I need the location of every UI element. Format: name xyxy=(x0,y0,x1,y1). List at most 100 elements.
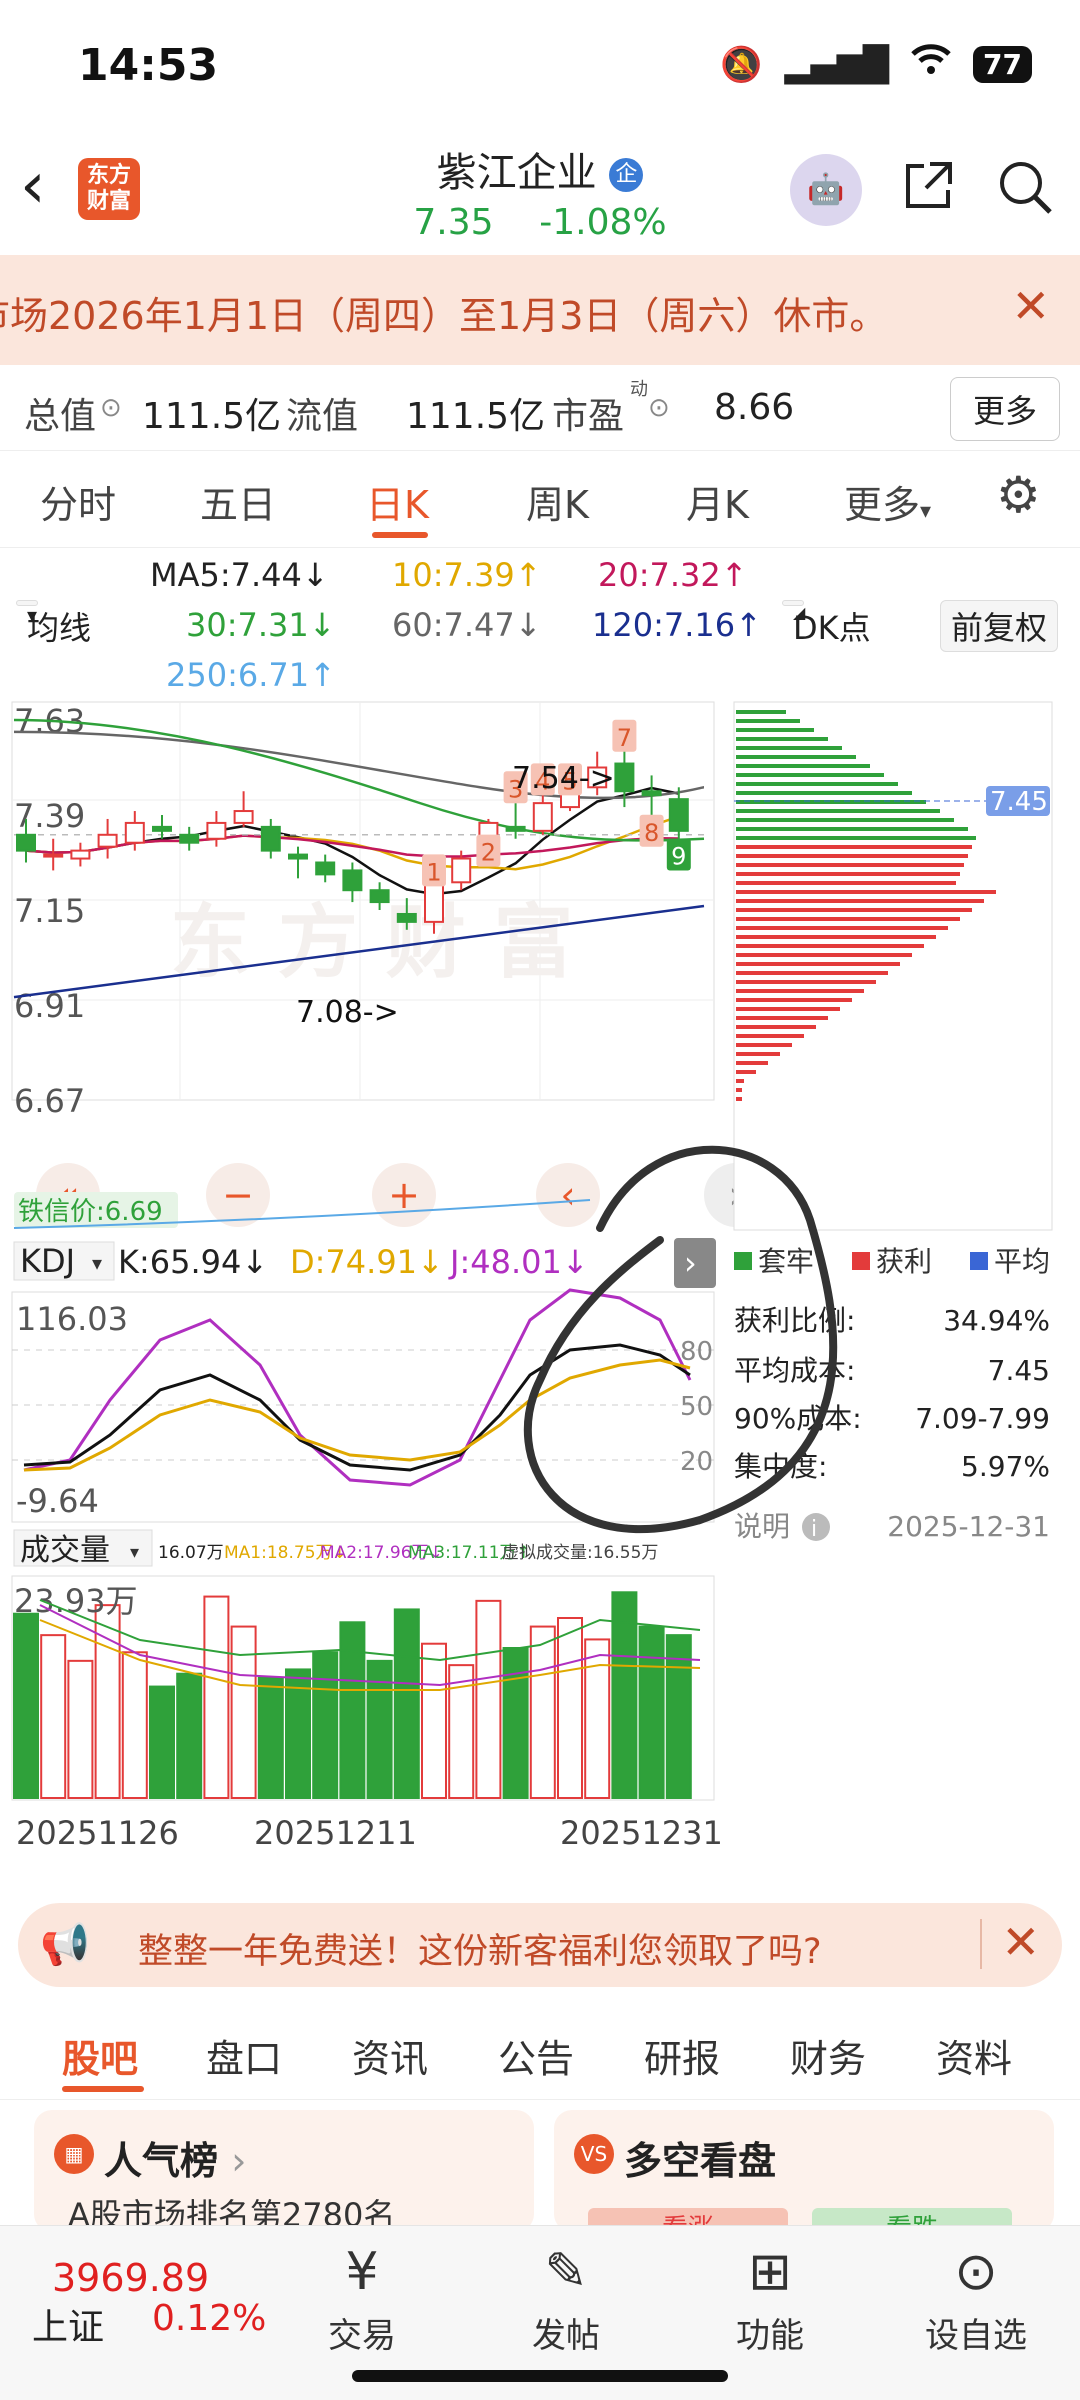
td-number: 8 xyxy=(644,819,659,847)
popularity-card[interactable]: ▦ 人气榜 › A股市场排名第2780名 xyxy=(34,2110,534,2232)
enterprise-badge: 企 xyxy=(609,158,644,192)
chevron-right-icon: › xyxy=(684,1244,697,1282)
section-tabs: 股吧 盘口 资讯 公告 研报 财务 资料 xyxy=(0,2000,1080,2100)
ma20-value: 20:7.32↑ xyxy=(598,556,748,594)
tab-five-day[interactable]: 五日 xyxy=(200,474,276,529)
chip-bar xyxy=(736,818,954,822)
date-label: 20251126 xyxy=(16,1814,179,1852)
volume-virtual: 虚拟成交量:16.55万 xyxy=(502,1543,658,1563)
kdj-label: KDJ xyxy=(20,1242,75,1280)
chip-bar xyxy=(736,926,948,930)
promo-banner[interactable]: 📢 整整一年免费送！这份新客福利您领取了吗? ✕ xyxy=(18,1903,1062,1987)
wifi-icon xyxy=(911,44,951,85)
tab-research[interactable]: 研报 xyxy=(644,2028,720,2083)
volume-bar xyxy=(421,1642,447,1800)
nav-trade[interactable]: ¥ 交易 xyxy=(292,2240,432,2357)
chip-bar xyxy=(736,728,814,732)
close-icon[interactable]: ✕ xyxy=(1011,279,1050,333)
candle-body xyxy=(668,798,689,832)
assistant-avatar-icon[interactable]: 🤖 xyxy=(790,154,862,226)
settings-gear-icon[interactable]: ⚙ xyxy=(996,466,1041,524)
info-icon[interactable]: ⊙ xyxy=(648,393,670,423)
td-number: 1 xyxy=(426,858,441,886)
chip-bar xyxy=(736,1061,768,1065)
chip-bar xyxy=(736,863,964,867)
volume-bar xyxy=(475,1599,502,1799)
chip-bar xyxy=(736,836,976,840)
tab-weekly-k[interactable]: 周K xyxy=(526,474,589,529)
profit-ratio-label: 获利比例: xyxy=(734,1304,855,1337)
close-icon[interactable]: ✕ xyxy=(1001,1915,1040,1969)
volume-bar xyxy=(13,1612,39,1800)
chip-bar xyxy=(736,1007,840,1011)
tab-intraday[interactable]: 分时 xyxy=(40,474,116,529)
home-indicator xyxy=(352,2370,728,2382)
chip-bar xyxy=(736,899,984,903)
yuan-icon: ¥ xyxy=(345,2242,379,2302)
float-value-label: 流值 xyxy=(286,396,359,437)
chart-period-tabs: 分时 五日 日K 周K 月K 更多▾ ⚙ xyxy=(0,452,1080,548)
tab-daily-k[interactable]: 日K xyxy=(366,474,429,529)
volume-bar xyxy=(176,1672,203,1800)
volume-label: 成交量 xyxy=(20,1533,110,1568)
pe-value: 8.66 xyxy=(714,387,795,428)
candle-body xyxy=(70,849,91,860)
price-tick: 6.67 xyxy=(14,1082,85,1120)
nav-add-watchlist[interactable]: ⊙ 设自选 xyxy=(906,2240,1046,2357)
chip-bar xyxy=(736,809,940,813)
nav-functions[interactable]: ⊞ 功能 xyxy=(700,2240,840,2357)
index-value: 3969.89 xyxy=(52,2256,210,2300)
volume-bar xyxy=(257,1677,284,1799)
candle-body xyxy=(424,881,444,923)
tab-pankou[interactable]: 盘口 xyxy=(206,2028,282,2083)
tab-more[interactable]: 更多▾ xyxy=(844,474,931,529)
ma-selector[interactable]: 均线 ▾ xyxy=(16,600,91,647)
tab-profile[interactable]: 资料 xyxy=(936,2028,1012,2083)
legend-trapped: 套牢 xyxy=(758,1245,814,1278)
tab-guba[interactable]: 股吧 xyxy=(62,2028,138,2083)
candle-body xyxy=(532,802,553,832)
bull-bear-title: 多空看盘 xyxy=(624,2139,777,2183)
svg-text:i: i xyxy=(811,1517,817,1542)
chip-bar xyxy=(736,764,870,768)
chip-legend: 套牢 获利 平均 xyxy=(734,1245,1050,1278)
td-number: 7 xyxy=(617,724,632,752)
dk-point-selector[interactable]: DK点 ◢ xyxy=(782,600,871,647)
chip-bar xyxy=(736,719,800,723)
date-label: 20251211 xyxy=(254,1814,417,1852)
nav-add-watchlist-label: 设自选 xyxy=(925,2316,1027,2356)
avg-cost-value: 7.45 xyxy=(990,787,1048,817)
adjust-selector[interactable]: 前复权 xyxy=(940,600,1059,652)
share-icon[interactable] xyxy=(900,158,956,227)
bull-bear-card[interactable]: VS 多空看盘 看涨 看跌 xyxy=(554,2110,1054,2232)
svg-text:80: 80 xyxy=(680,1337,713,1367)
tab-news[interactable]: 资讯 xyxy=(352,2028,428,2083)
svg-text:50: 50 xyxy=(680,1392,713,1422)
nav-post[interactable]: ✎ 发帖 xyxy=(496,2240,636,2357)
search-icon[interactable] xyxy=(996,158,1054,229)
kline-chart[interactable]: 东 方 财 富 7.637.397.156.916.67 123 4 5789 7.… xyxy=(0,700,1080,1880)
tab-announcement[interactable]: 公告 xyxy=(498,2028,574,2083)
chip-bar xyxy=(736,890,996,894)
avg-cost-stat: 7.45 xyxy=(988,1354,1050,1387)
cost90-label: 90%成本: xyxy=(734,1402,862,1435)
chip-bar xyxy=(736,971,888,975)
more-button[interactable]: 更多 xyxy=(949,377,1060,441)
ma5-value: MA5:7.44↓ xyxy=(150,556,329,594)
chip-bar xyxy=(736,845,972,849)
candle-body xyxy=(396,912,417,923)
active-tab-indicator xyxy=(372,532,428,538)
info-icon[interactable]: ⊙ xyxy=(100,393,122,423)
chip-bar xyxy=(736,953,912,957)
volume-header: 成交量 ▾ 16.07万 MA1:18.75万↓ MA2:17.96万↓ MA3… xyxy=(13,1529,658,1568)
tab-monthly-k[interactable]: 月K xyxy=(686,474,749,529)
chip-bar xyxy=(736,998,852,1002)
volume-bar xyxy=(149,1685,175,1799)
volume-bar xyxy=(584,1638,611,1800)
chip-note-link[interactable]: 说明 xyxy=(734,1510,790,1543)
tab-finance[interactable]: 财务 xyxy=(790,2028,866,2083)
chip-bar xyxy=(736,1097,742,1101)
chevron-down-icon: ▾ xyxy=(920,499,932,524)
candle-body xyxy=(451,857,472,884)
status-time: 14:53 xyxy=(78,40,219,91)
